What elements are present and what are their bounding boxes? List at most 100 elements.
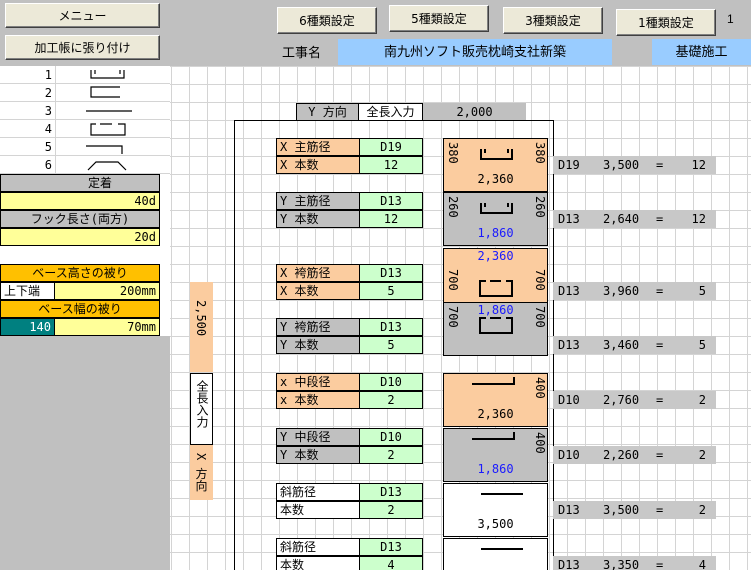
calc-equals: = — [656, 448, 664, 462]
calc-equals: = — [656, 503, 664, 517]
bent-bar-icon — [86, 145, 123, 154]
diameter-label: 斜筋径 — [276, 483, 360, 501]
u-hook-icon — [90, 70, 125, 79]
shape-diagram — [443, 538, 548, 570]
shape-number: 6 — [44, 158, 52, 172]
diameter-value[interactable]: D19 — [359, 138, 423, 156]
dimension-bottom: 2,360 — [477, 172, 514, 186]
shape-number: 3 — [44, 104, 52, 118]
shape-number: 5 — [44, 140, 52, 154]
count-value[interactable]: 4 — [359, 556, 423, 570]
diameter-label: X 袴筋径 — [276, 264, 360, 282]
diameter-value[interactable]: D13 — [359, 483, 423, 501]
count-value[interactable]: 2 — [359, 501, 423, 519]
dimension-right: 400 — [533, 377, 547, 399]
calc-length: 3,500 — [603, 158, 640, 172]
diameter-value[interactable]: D13 — [359, 318, 423, 336]
base-height-cover-label: 上下端 — [0, 282, 55, 300]
trapezoid-bar-icon — [87, 161, 127, 171]
count-label: Y 本数 — [276, 446, 360, 464]
count-label: Y 本数 — [276, 210, 360, 228]
base-width-cover-left[interactable]: 140 — [0, 318, 55, 336]
one-type-setting-button[interactable]: 1種類設定 — [616, 9, 716, 36]
menu-button[interactable]: メニュー — [5, 3, 160, 28]
count-value[interactable]: 12 — [359, 156, 423, 174]
diameter-value[interactable]: D13 — [359, 264, 423, 282]
calc-count: 2 — [698, 448, 706, 462]
calc-length: 2,260 — [603, 448, 640, 462]
excel-sheet-window: { "buttons":{"menu":"メニュー","paste":"加工帳に… — [0, 0, 751, 570]
base-width-cover-value[interactable]: 70mm — [54, 318, 160, 336]
calculation-result: D13 3,460 = 5 — [553, 336, 716, 354]
calc-count: 2 — [698, 393, 706, 407]
calc-equals: = — [656, 393, 664, 407]
hook-length-value[interactable]: 20d — [0, 228, 160, 246]
calc-length: 3,460 — [603, 338, 640, 352]
count-value[interactable]: 2 — [359, 446, 423, 464]
dimension-bottom: 1,860 — [477, 226, 514, 240]
calc-diameter: D10 — [558, 393, 580, 407]
hook-length-title: フック長さ(両方) — [0, 210, 160, 228]
calc-equals: = — [656, 558, 664, 570]
calculation-result: D19 3,500 = 12 — [553, 156, 716, 174]
shape-number-column: 1 2 3 4 5 6 — [0, 66, 55, 174]
base-height-cover-value[interactable]: 200mm — [54, 282, 160, 300]
calculation-result: D10 2,260 = 2 — [553, 446, 716, 464]
y-direction-label: Y 方向 — [296, 103, 359, 121]
c-hook-icon — [90, 86, 120, 98]
diameter-label: Y 袴筋径 — [276, 318, 360, 336]
three-type-setting-button[interactable]: 3種類設定 — [503, 7, 603, 34]
diameter-value[interactable]: D13 — [359, 192, 423, 210]
diameter-value[interactable]: D10 — [359, 373, 423, 391]
dimension-bottom: 1,860 — [477, 462, 514, 476]
count-value[interactable]: 2 — [359, 391, 423, 409]
six-type-setting-button[interactable]: 6種類設定 — [277, 7, 377, 34]
count-value[interactable]: 5 — [359, 282, 423, 300]
calc-diameter: D13 — [558, 503, 580, 517]
calculation-result: D13 3,350 = 4 — [553, 556, 716, 570]
base-width-cover-title: ベース幅の被り — [0, 300, 160, 318]
diameter-value[interactable]: D10 — [359, 428, 423, 446]
calculation-result: D13 3,960 = 5 — [553, 282, 716, 300]
diameter-label: 斜筋径 — [276, 538, 360, 556]
dimension-left: 380 — [446, 142, 460, 164]
calc-equals: = — [656, 338, 664, 352]
calc-count: 5 — [698, 284, 706, 298]
calc-count: 2 — [698, 503, 706, 517]
shape-icons — [86, 70, 132, 171]
diameter-value[interactable]: D13 — [359, 538, 423, 556]
calc-equals: = — [656, 158, 664, 172]
count-value[interactable]: 12 — [359, 210, 423, 228]
calc-count: 5 — [698, 338, 706, 352]
dimension-top: 2,360 — [477, 249, 514, 263]
y-total-mode: 全長入力 — [358, 103, 423, 121]
dimension-right: 700 — [533, 269, 547, 291]
x-total-value[interactable]: 2,500 — [190, 282, 213, 372]
dimension-left: 700 — [446, 306, 460, 328]
calc-diameter: D10 — [558, 448, 580, 462]
dimension-right: 700 — [533, 306, 547, 328]
x-total-mode: 全長入力 — [190, 373, 213, 445]
calculation-result: D13 2,640 = 12 — [553, 210, 716, 228]
paste-to-worksheet-button[interactable]: 加工帳に張り付け — [5, 35, 160, 60]
shape-list: 1 2 3 4 5 6 定着 40d フック長さ(両方) 20d ベース高さの被… — [0, 66, 170, 336]
calc-diameter: D13 — [558, 338, 580, 352]
calc-diameter: D13 — [558, 558, 580, 570]
calculation-result: D13 3,500 = 2 — [553, 501, 716, 519]
count-label: X 本数 — [276, 156, 360, 174]
closed-stirrup-icon — [90, 123, 126, 136]
anchor-value[interactable]: 40d — [0, 192, 160, 210]
dimension-right: 380 — [533, 142, 547, 164]
dimension-right: 400 — [533, 432, 547, 454]
five-type-setting-button[interactable]: 5種類設定 — [389, 5, 489, 32]
calc-length: 3,500 — [603, 503, 640, 517]
calc-count: 4 — [698, 558, 706, 570]
project-name-field[interactable]: 南九州ソフト販売枕崎支社新築 — [338, 39, 612, 65]
work-type-field[interactable]: 基礎施工 — [652, 39, 751, 65]
y-total-value[interactable]: 2,000 — [423, 103, 526, 121]
straight-bar-icon — [481, 548, 523, 550]
base-height-cover-title: ベース高さの被り — [0, 264, 160, 282]
dimension-left: 260 — [446, 196, 460, 218]
count-value[interactable]: 5 — [359, 336, 423, 354]
page-number: 1 — [727, 12, 734, 26]
